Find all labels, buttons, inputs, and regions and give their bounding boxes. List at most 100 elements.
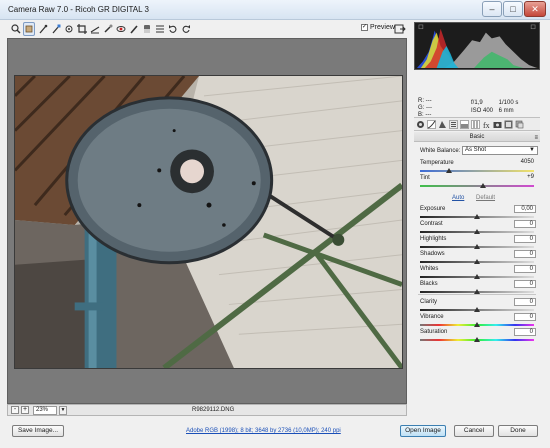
- adjustments-panel: R: --- G: --- B: --- f/1,9 1/100 s ISO 4…: [410, 22, 544, 417]
- cancel-button[interactable]: Cancel: [454, 425, 494, 437]
- preview-checkbox[interactable]: ✓ Preview: [361, 24, 395, 31]
- adjustment-row: Whites 0: [416, 265, 538, 280]
- zoom-level-field[interactable]: 23%: [33, 406, 57, 415]
- tab-lens-icon[interactable]: [471, 120, 480, 129]
- temperature-value[interactable]: 4050: [514, 159, 536, 167]
- adjustment-row: Saturation 0: [416, 328, 538, 343]
- save-image-button[interactable]: Save Image...: [12, 425, 64, 437]
- targeted-adjustment-icon[interactable]: [63, 22, 75, 36]
- zoom-dropdown[interactable]: ▼: [59, 406, 67, 415]
- adjustment-label: Vibrance: [420, 314, 444, 320]
- adjustment-slider-thumb[interactable]: [474, 259, 480, 264]
- adjustment-row: Contrast 0: [416, 220, 538, 235]
- adjustment-slider-thumb[interactable]: [474, 274, 480, 279]
- photo-preview[interactable]: [14, 75, 403, 369]
- white-balance-icon[interactable]: [37, 22, 49, 36]
- adjustment-label: Highlights: [420, 236, 447, 242]
- close-button[interactable]: ✕: [524, 1, 546, 17]
- zoom-out-button[interactable]: -: [11, 406, 19, 414]
- tint-row: Tint +9: [416, 174, 538, 189]
- adjustment-label: Saturation: [420, 329, 448, 335]
- r-label: R:: [418, 98, 424, 104]
- white-balance-select[interactable]: As Shot ▼: [462, 146, 538, 155]
- title-bar: Camera Raw 7.0 - Ricoh GR DIGITAL 3 – □ …: [0, 0, 550, 20]
- tab-hsl-icon[interactable]: [449, 120, 458, 129]
- adjustment-row: Blacks 0: [416, 280, 538, 295]
- tint-slider-track[interactable]: [420, 185, 534, 187]
- g-label: G:: [418, 105, 425, 111]
- adjustment-slider-thumb[interactable]: [474, 337, 480, 342]
- tab-camera-calibration-icon[interactable]: [493, 120, 502, 129]
- auto-link[interactable]: Auto: [452, 195, 464, 201]
- tab-snapshots-icon[interactable]: [515, 120, 524, 129]
- adjustment-slider-thumb[interactable]: [474, 244, 480, 249]
- temperature-slider-thumb[interactable]: [445, 168, 452, 173]
- tint-slider-thumb[interactable]: [479, 183, 486, 188]
- preferences-icon[interactable]: [154, 22, 166, 36]
- svg-text:fx: fx: [483, 121, 490, 129]
- adjustment-value-field[interactable]: 0: [514, 235, 536, 243]
- exif-readout: R: --- G: --- B: --- f/1,9 1/100 s ISO 4…: [414, 72, 540, 118]
- adjustment-brush-icon[interactable]: [128, 22, 140, 36]
- temperature-row: Temperature 4050: [416, 159, 538, 174]
- shutter-value: 1/100 s: [498, 100, 519, 106]
- window-title: Camera Raw 7.0 - Ricoh GR DIGITAL 3: [8, 5, 149, 14]
- panel-menu-icon[interactable]: ≡: [534, 133, 538, 143]
- tab-effects-icon[interactable]: fx: [482, 120, 491, 129]
- adjustment-value-field[interactable]: 0: [514, 313, 536, 321]
- r-value: ---: [425, 98, 432, 104]
- adjustment-value-field[interactable]: 0: [514, 280, 536, 288]
- adjustment-value-field[interactable]: 0: [514, 328, 536, 336]
- tab-tone-curve-icon[interactable]: [427, 120, 436, 129]
- done-button[interactable]: Done: [498, 425, 538, 437]
- adjustment-value-field[interactable]: 0: [514, 220, 536, 228]
- adjustment-value-field[interactable]: 0: [514, 265, 536, 273]
- rotate-right-icon[interactable]: [180, 22, 192, 36]
- histogram: [414, 22, 540, 70]
- color-sampler-icon[interactable]: [50, 22, 62, 36]
- adjustment-row: Highlights 0: [416, 235, 538, 250]
- adjustment-slider-thumb[interactable]: [474, 229, 480, 234]
- preview-check-box[interactable]: ✓: [361, 24, 368, 31]
- fullscreen-icon[interactable]: [394, 23, 406, 35]
- adjustment-value-field[interactable]: 0,00: [514, 205, 536, 213]
- adjustment-label: Whites: [420, 266, 439, 272]
- status-bar: - + 23% ▼ R9829112.DNG: [7, 404, 407, 416]
- adjustment-label: Exposure: [420, 206, 446, 212]
- hand-icon[interactable]: [23, 22, 35, 36]
- adjustment-slider-thumb[interactable]: [474, 322, 480, 327]
- tab-split-toning-icon[interactable]: [460, 120, 469, 129]
- temperature-slider-track[interactable]: [420, 170, 534, 172]
- iso-value: ISO 400: [471, 108, 494, 114]
- graduated-filter-icon[interactable]: [141, 22, 153, 36]
- spot-removal-icon[interactable]: [102, 22, 114, 36]
- adjustment-row: Vibrance 0: [416, 313, 538, 328]
- adjustment-slider-thumb[interactable]: [474, 214, 480, 219]
- adjustment-label: Contrast: [420, 221, 443, 227]
- adjustment-value-field[interactable]: 0: [514, 298, 536, 306]
- zoom-icon[interactable]: [10, 22, 22, 36]
- default-link[interactable]: Default: [476, 195, 495, 201]
- tab-basic-icon[interactable]: [416, 120, 425, 129]
- preview-label: Preview: [370, 24, 395, 31]
- minimize-button[interactable]: –: [482, 1, 502, 17]
- chevron-down-icon: ▼: [529, 147, 535, 153]
- open-image-button[interactable]: Open Image: [400, 425, 446, 437]
- adjustment-row: Shadows 0: [416, 250, 538, 265]
- tint-value[interactable]: +9: [514, 174, 536, 182]
- filename-label: R9829112.DNG: [192, 407, 235, 413]
- workflow-options-link[interactable]: Adobe RGB (1998); 8 bit; 3648 by 2736 (1…: [186, 428, 341, 434]
- maximize-button[interactable]: □: [503, 1, 523, 17]
- zoom-in-button[interactable]: +: [21, 406, 29, 414]
- adjustment-slider-thumb[interactable]: [474, 307, 480, 312]
- tab-presets-icon[interactable]: [504, 120, 513, 129]
- red-eye-icon[interactable]: [115, 22, 127, 36]
- crop-icon[interactable]: [76, 22, 88, 36]
- temperature-label: Temperature: [420, 160, 454, 166]
- image-preview-panel: [7, 38, 407, 404]
- adjustment-value-field[interactable]: 0: [514, 250, 536, 258]
- rotate-left-icon[interactable]: [167, 22, 179, 36]
- tab-detail-icon[interactable]: [438, 120, 447, 129]
- aperture-value: f/1,9: [471, 100, 483, 106]
- straighten-icon[interactable]: [89, 22, 101, 36]
